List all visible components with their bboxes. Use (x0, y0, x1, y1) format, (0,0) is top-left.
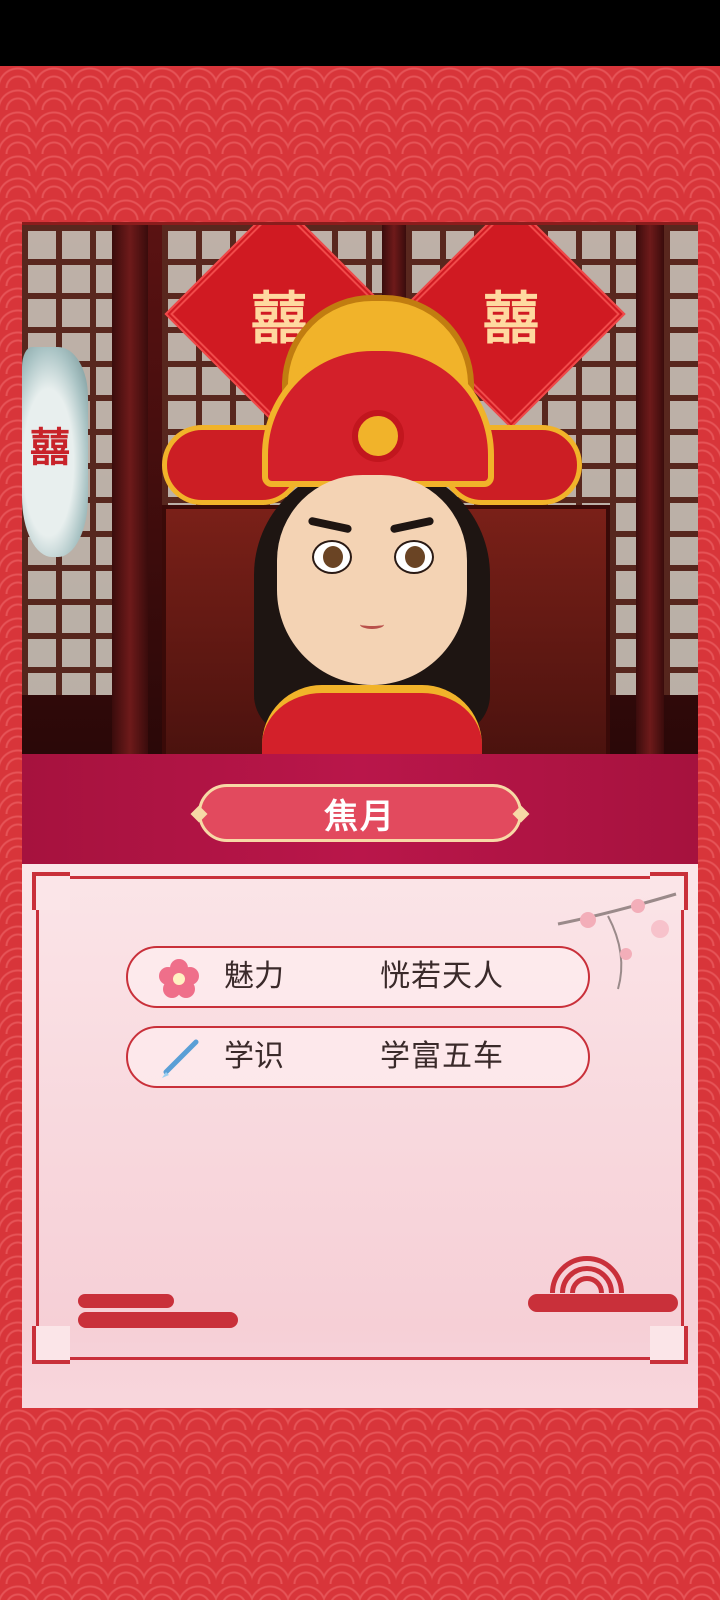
pillar (636, 225, 664, 757)
stat-row-charm: 魅力 恍若天人 (126, 946, 590, 1008)
face (277, 475, 467, 685)
scroll-decoration-left (78, 1294, 238, 1330)
stat-value: 学富五车 (380, 1039, 504, 1074)
stat-label: 魅力 (224, 959, 284, 994)
lattice-window-right (664, 225, 698, 695)
eye-right (394, 540, 434, 574)
attribute-panel: 魅力 恍若天人 学识 学富五车 (22, 864, 698, 1408)
hat-ornament (352, 410, 404, 462)
brush-pen-icon (162, 1039, 199, 1078)
character-portrait: 囍 囍 囍 (22, 222, 698, 757)
frame-corner-ornament (32, 872, 70, 910)
mouth (360, 620, 384, 629)
eye-left (312, 540, 352, 574)
plum-blossom-icon (159, 959, 199, 998)
status-bar (0, 0, 720, 66)
groom-avatar (162, 295, 582, 757)
wedding-robe (262, 685, 482, 757)
vase-double-happiness-glyph: 囍 (30, 425, 70, 471)
stat-value: 恍若天人 (380, 959, 504, 994)
pillar (112, 225, 148, 757)
frame-corner-ornament (32, 1326, 70, 1364)
character-name: 焦月 (324, 796, 396, 837)
stat-label: 学识 (224, 1039, 284, 1074)
character-name-plate: 焦月 (198, 784, 522, 842)
stat-row-knowledge: 学识 学富五车 (126, 1026, 590, 1088)
cloud-arc-decoration (528, 1256, 678, 1336)
